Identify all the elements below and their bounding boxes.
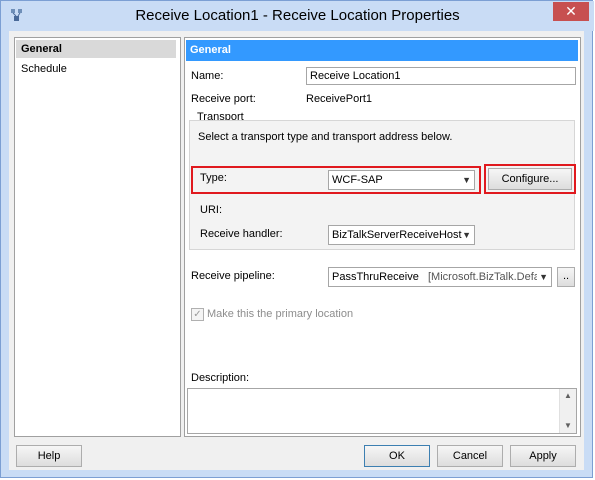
receive-handler-select[interactable]: BizTalkServerReceiveHost ▼ bbox=[328, 225, 475, 245]
chevron-down-icon: ▼ bbox=[462, 175, 471, 185]
scroll-up-icon[interactable]: ▲ bbox=[560, 389, 576, 403]
transport-type-value: WCF-SAP bbox=[332, 174, 383, 186]
dialog-client: General Schedule General Name: Receive L… bbox=[9, 31, 584, 470]
name-label: Name: bbox=[191, 70, 224, 82]
primary-location-label: Make this the primary location bbox=[207, 308, 354, 320]
primary-location-checkbox[interactable]: ✓ bbox=[191, 308, 204, 321]
description-field[interactable]: ▲ ▼ bbox=[187, 388, 577, 434]
receive-handler-value: BizTalkServerReceiveHost bbox=[332, 229, 462, 241]
receive-port-value: ReceivePort1 bbox=[306, 93, 373, 105]
receive-pipeline-select[interactable]: PassThruReceive [Microsoft.BizTalk.Defau… bbox=[328, 267, 552, 287]
cancel-button[interactable]: Cancel bbox=[437, 445, 503, 467]
uri-label: URI: bbox=[200, 204, 222, 216]
properties-window: Receive Location1 - Receive Location Pro… bbox=[0, 0, 594, 478]
apply-button[interactable]: Apply bbox=[510, 445, 576, 467]
configure-button[interactable]: Configure... bbox=[488, 168, 572, 190]
section-header: General bbox=[186, 40, 578, 61]
nav-item-schedule[interactable]: Schedule bbox=[16, 60, 176, 78]
general-panel: General Name: Receive Location1 Receive … bbox=[184, 37, 581, 437]
transport-type-select[interactable]: WCF-SAP ▼ bbox=[328, 170, 475, 190]
pipeline-assembly: [Microsoft.BizTalk.Defau bbox=[428, 271, 546, 283]
transport-hint: Select a transport type and transport ad… bbox=[198, 131, 453, 143]
chevron-down-icon: ▼ bbox=[537, 268, 548, 286]
transport-group: Select a transport type and transport ad… bbox=[189, 120, 576, 250]
window-title: Receive Location1 - Receive Location Pro… bbox=[135, 7, 460, 24]
receive-handler-label: Receive handler: bbox=[200, 228, 283, 240]
receive-port-label: Receive port: bbox=[191, 93, 256, 105]
description-label: Description: bbox=[191, 372, 250, 384]
description-scrollbar[interactable]: ▲ ▼ bbox=[559, 389, 576, 433]
scroll-down-icon[interactable]: ▼ bbox=[560, 419, 576, 433]
page-navigation: General Schedule bbox=[14, 37, 181, 437]
chevron-down-icon: ▼ bbox=[462, 230, 471, 240]
name-field[interactable]: Receive Location1 bbox=[306, 67, 576, 85]
close-icon[interactable]: ✕ bbox=[553, 2, 589, 21]
nav-item-general[interactable]: General bbox=[16, 40, 176, 58]
pipeline-value: PassThruReceive bbox=[332, 271, 419, 283]
type-label: Type: bbox=[200, 172, 227, 184]
title-bar[interactable]: Receive Location1 - Receive Location Pro… bbox=[1, 1, 594, 31]
receive-pipeline-label: Receive pipeline: bbox=[191, 270, 275, 282]
pipeline-browse-button[interactable]: .. bbox=[557, 267, 575, 287]
help-button[interactable]: Help bbox=[16, 445, 82, 467]
ok-button[interactable]: OK bbox=[364, 445, 430, 467]
